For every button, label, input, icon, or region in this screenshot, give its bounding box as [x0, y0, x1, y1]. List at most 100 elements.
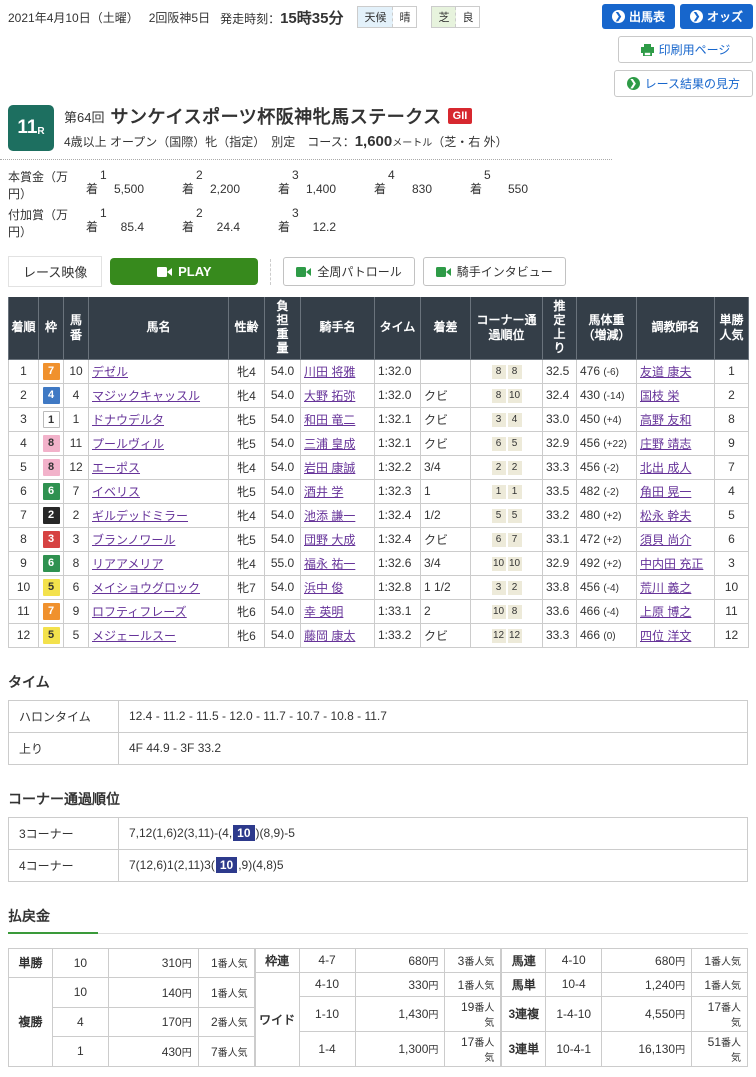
prize-item: 2着24.4: [182, 206, 278, 240]
arrow-circle-icon: ❯: [612, 10, 625, 23]
horse-link[interactable]: ブランノワール: [92, 533, 175, 547]
win-popularity: 3: [715, 551, 749, 575]
jockey-interview-button[interactable]: 騎手インタビュー: [423, 257, 566, 286]
trainer-link[interactable]: 荒川 義之: [640, 581, 691, 595]
carried-weight: 54.0: [265, 383, 301, 407]
trainer-link[interactable]: 北出 成人: [640, 461, 691, 475]
corner-positions: 810: [471, 383, 543, 407]
jockey-cell: 和田 竜二: [301, 407, 375, 431]
last-3f: 32.9: [543, 431, 577, 455]
jockey-link[interactable]: 三浦 皇成: [304, 437, 355, 451]
jockey-link[interactable]: 酒井 学: [304, 485, 343, 499]
patrol-video-button[interactable]: 全周パトロール: [283, 257, 414, 286]
race-result-page: 2021年4月10日（土曜） 2回阪神5日 発走時刻：15時35分 天候 晴 芝…: [0, 0, 756, 1077]
furlong-time-row: ハロンタイム 12.4 - 11.2 - 11.5 - 12.0 - 11.7 …: [9, 700, 748, 732]
horse-link[interactable]: マジックキャッスル: [92, 389, 200, 403]
trainer-cell: 松永 幹夫: [637, 503, 715, 527]
trainer-cell: 友道 康夫: [637, 359, 715, 383]
title-underline: [8, 932, 748, 934]
corner-positions: 55: [471, 503, 543, 527]
jockey-link[interactable]: 和田 竜二: [304, 413, 355, 427]
finish-position: 10: [9, 575, 39, 599]
corner-positions: 22: [471, 455, 543, 479]
carried-weight: 54.0: [265, 359, 301, 383]
time-cell: 1:32.6: [375, 551, 421, 575]
trainer-link[interactable]: 友道 康夫: [640, 365, 691, 379]
horse-link[interactable]: ドナウデルタ: [92, 413, 164, 427]
jockey-link[interactable]: 浜中 俊: [304, 581, 343, 595]
last-3f: 33.8: [543, 575, 577, 599]
extra-prize-row: 付加賞（万円） 1着85.4 2着24.4 3着12.2: [8, 206, 748, 240]
win-popularity: 12: [715, 623, 749, 647]
jockey-link[interactable]: 池添 謙一: [304, 509, 355, 523]
last-3f: 32.9: [543, 551, 577, 575]
waku-cell: 2: [39, 503, 64, 527]
horse-link[interactable]: メイショウグロック: [92, 581, 200, 595]
horse-link[interactable]: エーポス: [92, 461, 140, 475]
top-right-buttons: ❯出馬表 ❯オッズ 印刷用ページ ❯ レース結果の見方: [602, 4, 753, 97]
trainer-link[interactable]: 国枝 栄: [640, 389, 679, 403]
results-table: 着順 枠 馬番 馬名 性齢 負担重量 騎手名 タイム 着差 コーナー通過順位 推…: [8, 297, 749, 648]
sex-age: 牝6: [229, 623, 265, 647]
last-3f: 33.0: [543, 407, 577, 431]
play-button[interactable]: PLAY: [110, 258, 258, 285]
body-weight: 472 (+2): [577, 527, 637, 551]
jockey-link[interactable]: 藤岡 康太: [304, 629, 355, 643]
horse-link[interactable]: デゼル: [92, 365, 128, 379]
corner-positions: 67: [471, 527, 543, 551]
corner-positions: 88: [471, 359, 543, 383]
trainer-link[interactable]: 庄野 靖志: [640, 437, 691, 451]
payout-table-left: 単勝 10 310円 1番人気 複勝 10 140円 1番人気 4 170円 2…: [8, 948, 255, 1067]
odds-button[interactable]: ❯オッズ: [680, 4, 753, 29]
trainer-cell: 角田 晃一: [637, 479, 715, 503]
trainer-link[interactable]: 上原 博之: [640, 605, 691, 619]
horse-link[interactable]: ギルデッドミラー: [92, 509, 188, 523]
trainer-link[interactable]: 角田 晃一: [640, 485, 691, 499]
jockey-link[interactable]: 幸 英明: [304, 605, 343, 619]
print-page-button[interactable]: 印刷用ページ: [618, 36, 753, 63]
jockey-link[interactable]: 福永 祐一: [304, 557, 355, 571]
win-popularity: 4: [715, 479, 749, 503]
video-controls: レース映像 PLAY 全周パトロール 騎手インタビュー: [0, 248, 756, 297]
carried-weight: 55.0: [265, 551, 301, 575]
waku-badge: 6: [43, 555, 60, 572]
horse-link[interactable]: イベリス: [92, 485, 140, 499]
entry-table-button[interactable]: ❯出馬表: [602, 4, 675, 29]
time-cell: 1:32.4: [375, 527, 421, 551]
prize-item: 3着1,400: [278, 168, 374, 202]
result-guide-button[interactable]: ❯ レース結果の見方: [614, 70, 753, 97]
jockey-cell: 川田 将雅: [301, 359, 375, 383]
trainer-link[interactable]: 中内田 充正: [640, 557, 703, 571]
jockey-link[interactable]: 川田 将雅: [304, 365, 355, 379]
horse-link[interactable]: リアアメリア: [92, 557, 163, 571]
last-3f: 33.5: [543, 479, 577, 503]
trainer-link[interactable]: 松永 幹夫: [640, 509, 691, 523]
sex-age: 牝5: [229, 527, 265, 551]
trainer-link[interactable]: 四位 洋文: [640, 629, 691, 643]
jockey-link[interactable]: 大野 拓弥: [304, 389, 355, 403]
trainer-link[interactable]: 高野 友和: [640, 413, 691, 427]
win-popularity: 5: [715, 503, 749, 527]
win-popularity: 1: [715, 359, 749, 383]
trainer-cell: 荒川 義之: [637, 575, 715, 599]
jockey-link[interactable]: 団野 大成: [304, 533, 355, 547]
jockey-link[interactable]: 岩田 康誠: [304, 461, 355, 475]
margin-cell: クビ: [421, 431, 471, 455]
horse-link[interactable]: プールヴィル: [92, 437, 164, 451]
horse-number: 12: [64, 455, 89, 479]
horse-name-cell: ギルデッドミラー: [89, 503, 229, 527]
horse-number: 11: [64, 431, 89, 455]
race-header: 11R 第64回 サンケイスポーツ杯阪神牝馬ステークス GII 4歳以上 オープ…: [0, 97, 612, 160]
result-row: 6 6 7 イベリス 牝5 54.0 酒井 学 1:32.3 1 11 33.5…: [9, 479, 749, 503]
printer-icon: [641, 44, 654, 56]
horse-link[interactable]: ロフティフレーズ: [92, 605, 187, 619]
waku-badge: 8: [43, 459, 60, 476]
corner-section: コーナー通過順位 3コーナー 7,12(1,6)2(3,11)-(4,10)(8…: [0, 789, 756, 882]
trainer-link[interactable]: 須貝 尚介: [640, 533, 691, 547]
horse-number: 1: [64, 407, 89, 431]
umatan-row: 馬単 10-4 1,240円 1番人気: [502, 972, 748, 996]
horse-link[interactable]: メジェールスー: [92, 629, 176, 643]
corner-positions: 1212: [471, 623, 543, 647]
waku-cell: 8: [39, 455, 64, 479]
horse-name-cell: ロフティフレーズ: [89, 599, 229, 623]
